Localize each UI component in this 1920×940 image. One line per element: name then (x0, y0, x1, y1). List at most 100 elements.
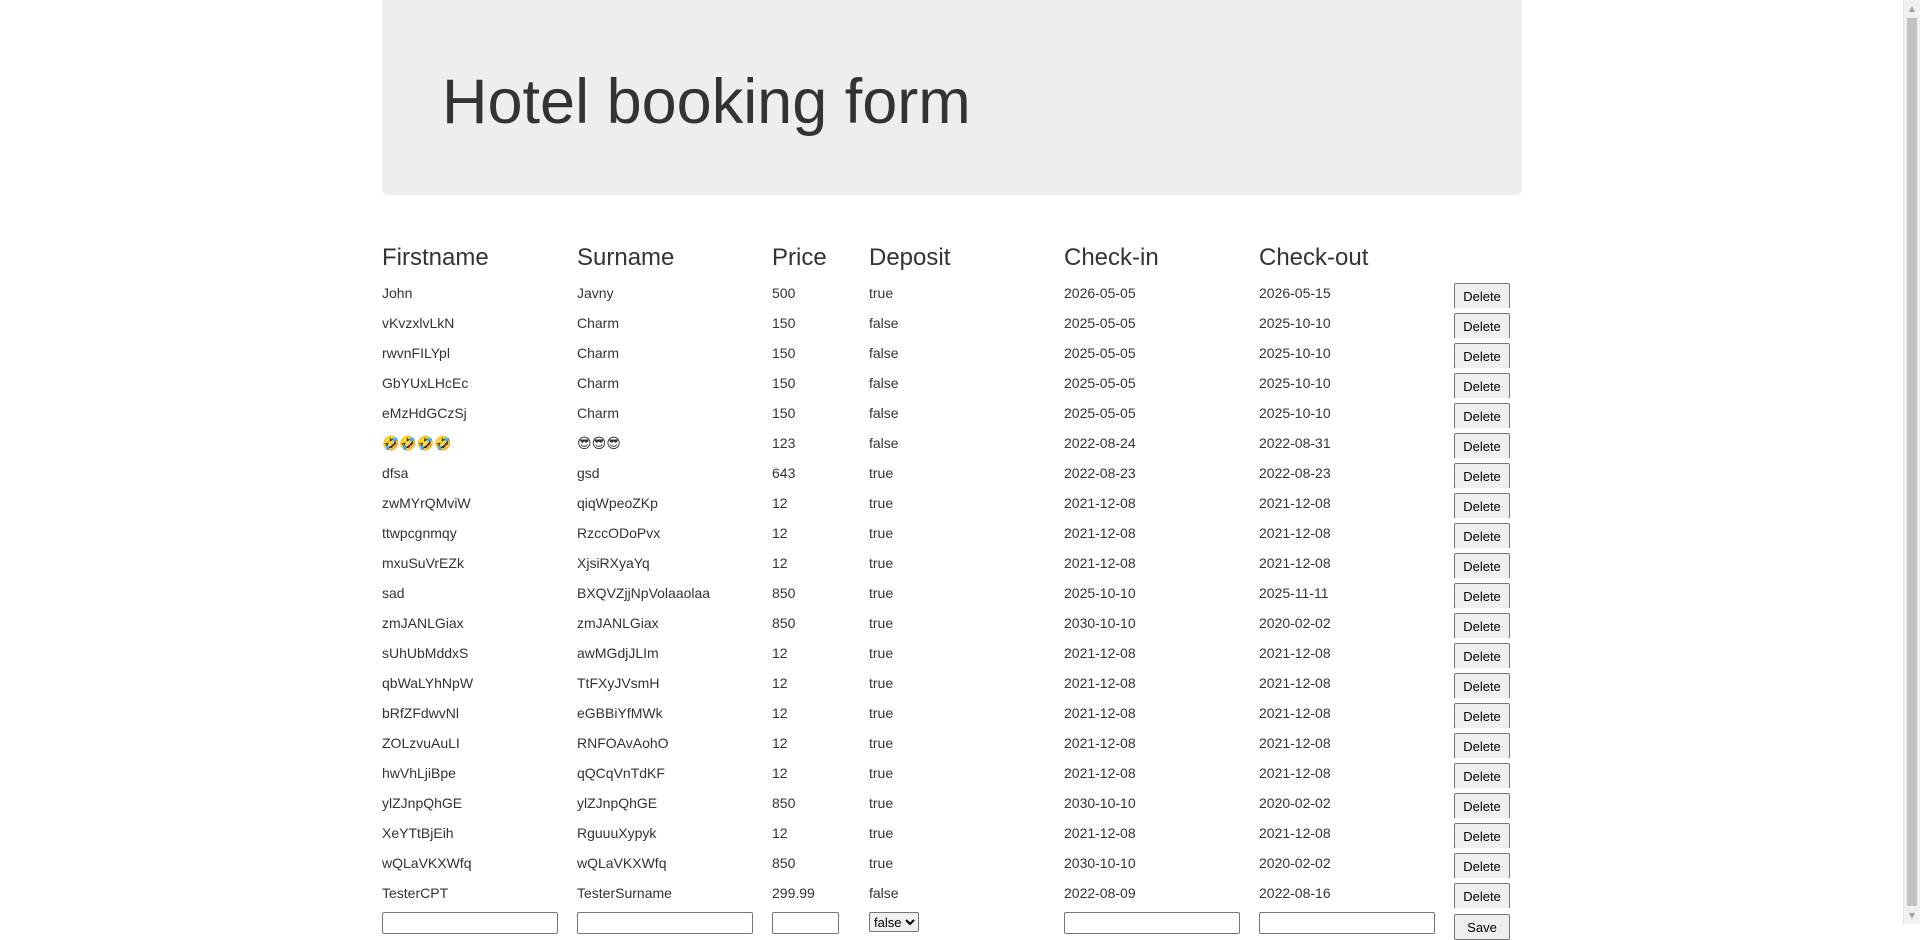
cell-actions: Delete (1454, 578, 1522, 608)
delete-button[interactable]: Delete (1454, 343, 1510, 368)
cell-checkin: 2026-05-05 (1064, 285, 1136, 301)
cell-actions: Delete (1454, 668, 1522, 698)
cell-actions: Delete (1454, 698, 1522, 728)
delete-button[interactable]: Delete (1454, 493, 1510, 518)
cell-checkout: 2021-12-08 (1259, 705, 1331, 721)
table-header: Firstname Surname Price Deposit Check-in… (382, 240, 1522, 278)
cell-price: 12 (772, 705, 788, 721)
cell-firstname: ttwpcgnmqy (382, 525, 457, 541)
cell-checkin: 2022-08-23 (1064, 465, 1136, 481)
delete-button[interactable]: Delete (1454, 613, 1510, 638)
deposit-select[interactable]: truefalse (869, 912, 919, 932)
cell-price: 12 (772, 555, 788, 571)
cell-checkin: 2025-10-10 (1064, 585, 1136, 601)
cell-surname: XjsiRXyaYq (577, 555, 650, 571)
delete-button[interactable]: Delete (1454, 673, 1510, 698)
delete-button[interactable]: Delete (1454, 763, 1510, 788)
cell-surname: Javny (577, 285, 614, 301)
cell-surname: qiqWpeoZKp (577, 495, 658, 511)
delete-button[interactable]: Delete (1454, 853, 1510, 878)
cell-actions: Delete (1454, 308, 1522, 338)
save-button[interactable]: Save (1454, 914, 1510, 940)
cell-checkin: 2021-12-08 (1064, 675, 1136, 691)
cell-surname: awMGdjJLIm (577, 645, 659, 661)
cell-surname: RzccODoPvx (577, 525, 661, 541)
delete-button[interactable]: Delete (1454, 883, 1510, 908)
cell-deposit: true (869, 765, 894, 781)
cell-deposit: true (869, 495, 894, 511)
scroll-thumb[interactable] (1907, 18, 1917, 906)
cell-deposit: false (869, 345, 899, 361)
delete-button[interactable]: Delete (1454, 373, 1510, 398)
cell-price: 123 (772, 435, 796, 451)
checkout-input[interactable] (1259, 912, 1435, 934)
cell-firstname: zmJANLGiax (382, 615, 464, 631)
cell-price: 850 (772, 615, 796, 631)
bookings-list: John Javny 500 true 2026-05-05 2026-05-15 Dele… (382, 278, 1522, 908)
vertical-scrollbar[interactable]: ▲ ▼ (1903, 0, 1920, 924)
delete-button[interactable]: Delete (1454, 463, 1510, 488)
cell-checkout: 2020-02-02 (1259, 615, 1331, 631)
cell-deposit: true (869, 855, 894, 871)
column-header-checkin: Check-in (1064, 244, 1159, 271)
cell-surname: TesterSurname (577, 885, 672, 901)
cell-checkout: 2021-12-08 (1259, 735, 1331, 751)
cell-actions: Delete (1454, 338, 1522, 368)
cell-price: 12 (772, 735, 788, 751)
table-row: sUhUbMddxS awMGdjJLIm 12 true 2021-12-08 2021… (382, 638, 1522, 668)
cell-surname: ylZJnpQhGE (577, 795, 658, 811)
cell-firstname: TesterCPT (382, 885, 449, 901)
delete-button[interactable]: Delete (1454, 553, 1510, 578)
cell-checkout: 2026-05-15 (1259, 285, 1331, 301)
cell-actions: Delete (1454, 458, 1522, 488)
table-row: wQLaVKXWfq wQLaVKXWfq 850 true 2030-10-10 202… (382, 848, 1522, 878)
cell-checkout: 2025-11-11 (1259, 585, 1329, 601)
column-header-checkout: Check-out (1259, 244, 1369, 271)
cell-price: 12 (772, 645, 788, 661)
column-header-firstname: Firstname (382, 244, 489, 271)
cell-deposit: true (869, 615, 894, 631)
cell-firstname: ylZJnpQhGE (382, 795, 463, 811)
delete-button[interactable]: Delete (1454, 793, 1510, 818)
cell-actions: Delete (1454, 548, 1522, 578)
scroll-down-arrow-icon[interactable]: ▼ (1904, 907, 1920, 924)
delete-button[interactable]: Delete (1454, 403, 1510, 428)
cell-price: 12 (772, 765, 788, 781)
cell-price: 850 (772, 855, 796, 871)
delete-button[interactable]: Delete (1454, 643, 1510, 668)
cell-checkout: 2021-12-08 (1259, 645, 1331, 661)
table-row: zwMYrQMviW qiqWpeoZKp 12 true 2021-12-08 2021… (382, 488, 1522, 518)
table-row: hwVhLjiBpe qQCqVnTdKF 12 true 2021-12-08 2021… (382, 758, 1522, 788)
delete-button[interactable]: Delete (1454, 733, 1510, 758)
cell-price: 150 (772, 375, 796, 391)
price-input[interactable] (772, 912, 839, 934)
cell-checkout: 2021-12-08 (1259, 675, 1331, 691)
cell-actions: Delete (1454, 518, 1522, 548)
cell-surname: TtFXyJVsmH (577, 675, 660, 691)
main-container: Hotel booking form Firstname Surname Pri… (382, 0, 1522, 940)
cell-checkin: 2021-12-08 (1064, 555, 1136, 571)
scroll-up-arrow-icon[interactable]: ▲ (1904, 0, 1920, 17)
delete-button[interactable]: Delete (1454, 583, 1510, 608)
cell-surname: qQCqVnTdKF (577, 765, 665, 781)
surname-input[interactable] (577, 912, 753, 934)
delete-button[interactable]: Delete (1454, 523, 1510, 548)
firstname-input[interactable] (382, 912, 558, 934)
cell-price: 12 (772, 825, 788, 841)
cell-checkin: 2030-10-10 (1064, 855, 1136, 871)
page-title: Hotel booking form (442, 67, 971, 137)
delete-button[interactable]: Delete (1454, 823, 1510, 848)
cell-deposit: true (869, 525, 894, 541)
cell-actions: Delete (1454, 758, 1522, 788)
cell-checkout: 2021-12-08 (1259, 555, 1331, 571)
delete-button[interactable]: Delete (1454, 703, 1510, 728)
delete-button[interactable]: Delete (1454, 313, 1510, 338)
cell-surname: BXQVZjjNpVolaaolaa (577, 585, 711, 601)
checkin-input[interactable] (1064, 912, 1240, 934)
column-header-actions (1454, 240, 1522, 278)
delete-button[interactable]: Delete (1454, 433, 1510, 458)
cell-firstname: John (382, 285, 413, 301)
delete-button[interactable]: Delete (1454, 283, 1510, 308)
cell-checkin: 2021-12-08 (1064, 495, 1136, 511)
cell-checkout: 2021-12-08 (1259, 525, 1331, 541)
